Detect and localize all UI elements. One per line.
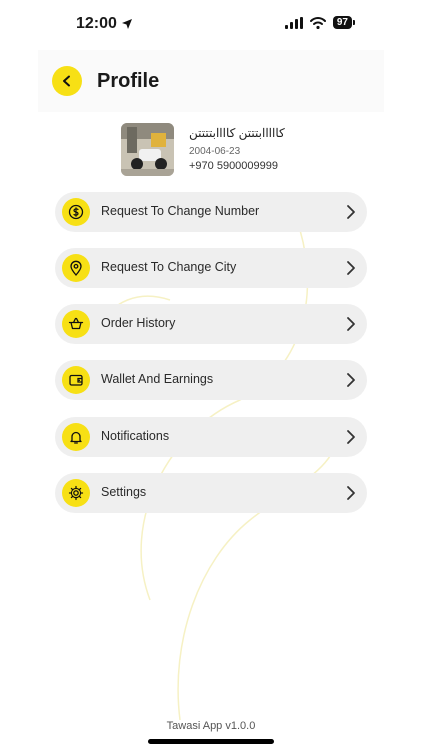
page-title: Profile (97, 70, 160, 92)
menu-item-notifications[interactable]: Notifications (55, 417, 367, 457)
menu-item-label: Request To Change Number (101, 204, 260, 218)
menu-item-label: Request To Change City (101, 260, 237, 274)
bell-icon (62, 423, 90, 451)
battery-indicator: 97 (332, 16, 356, 29)
status-time: 12:00 (76, 15, 133, 33)
chevron-right-icon (347, 430, 355, 444)
profile-date: 2004-06-23 (189, 146, 241, 157)
menu-item-order-history[interactable]: Order History (55, 304, 367, 344)
menu-item-label: Wallet And Earnings (101, 372, 214, 386)
basket-icon (62, 310, 90, 338)
menu-item-label: Order History (101, 316, 176, 330)
app-version: Tawasi App v1.0.0 (166, 720, 256, 732)
menu-item-change-city[interactable]: Request To Change City (55, 248, 367, 288)
header-bar (38, 50, 384, 112)
status-bar: 12:00 97 (0, 0, 422, 48)
dollar-cycle-icon (62, 198, 90, 226)
menu-item-label: Settings (101, 485, 147, 499)
location-arrow-icon (121, 19, 132, 29)
wallet-icon (62, 366, 90, 394)
wifi-icon (309, 16, 326, 29)
chevron-left-icon (63, 75, 70, 87)
back-button[interactable] (52, 66, 82, 96)
cellular-signal-icon (284, 16, 303, 29)
profile-name: كااااابتتتن كاااابتتتتن (189, 126, 285, 140)
status-indicators: 97 (284, 16, 356, 29)
profile-phone: +970 5900009999 (189, 160, 279, 172)
avatar (121, 123, 174, 176)
gear-icon (62, 479, 90, 507)
chevron-right-icon (347, 261, 355, 275)
menu-item-label: Notifications (101, 429, 170, 443)
menu-item-change-number[interactable]: Request To Change Number (55, 192, 367, 232)
chevron-right-icon (347, 373, 355, 387)
menu-item-wallet[interactable]: Wallet And Earnings (55, 360, 367, 400)
chevron-right-icon (347, 317, 355, 331)
location-pin-icon (62, 254, 90, 282)
chevron-right-icon (347, 486, 355, 500)
home-indicator[interactable] (148, 739, 274, 744)
chevron-right-icon (347, 205, 355, 219)
menu-item-settings[interactable]: Settings (55, 473, 367, 513)
